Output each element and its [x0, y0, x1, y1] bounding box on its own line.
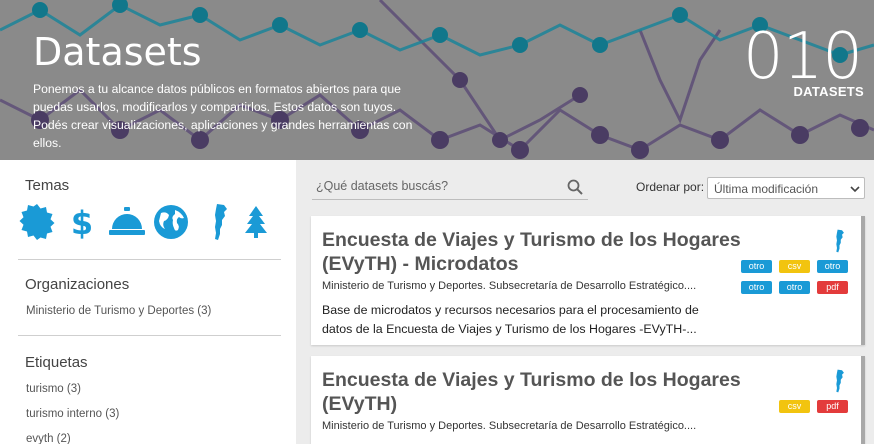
search-icon[interactable] — [567, 179, 583, 195]
themes-heading: Temas — [25, 177, 70, 194]
argentina-map-icon — [834, 229, 845, 258]
format-badge: otro — [779, 281, 810, 294]
sidebar-divider — [18, 335, 281, 336]
service-bell-icon[interactable] — [108, 205, 146, 242]
dollar-icon[interactable]: $ — [70, 204, 94, 244]
organizations-heading: Organizaciones — [25, 276, 130, 293]
tree-icon[interactable] — [244, 205, 268, 244]
dataset-description: Base de microdatos y recursos necesarios… — [322, 303, 699, 336]
dataset-organization: Ministerio de Turismo y Deportes. Subsec… — [322, 420, 697, 432]
dataset-title[interactable]: Encuesta de Viajes y Turismo de los Hoga… — [322, 228, 742, 276]
page-title: Datasets — [33, 30, 202, 74]
filters-sidebar: Temas $ Organizaciones Ministerio de Tur… — [0, 160, 296, 444]
tags-heading: Etiquetas — [25, 354, 88, 371]
svg-text:$: $ — [71, 205, 93, 239]
sort-select[interactable]: Última modificación — [707, 177, 865, 199]
dataset-count: 010 — [742, 20, 863, 94]
globe-icon[interactable] — [153, 204, 189, 245]
dataset-title[interactable]: Encuesta de Viajes y Turismo de los Hoga… — [322, 368, 742, 416]
sort-selected-value: Última modificación — [714, 182, 819, 196]
format-badge: otro — [741, 281, 772, 294]
badge-icon[interactable] — [18, 203, 56, 246]
dataset-count-label: DATASETS — [793, 84, 864, 99]
format-badge: csv — [779, 400, 810, 413]
sidebar-divider — [18, 259, 281, 260]
search-input[interactable] — [316, 179, 556, 193]
chevron-down-icon — [850, 183, 860, 197]
organization-filter-item[interactable]: Ministerio de Turismo y Deportes (3) — [26, 305, 211, 317]
format-badge: pdf — [817, 281, 848, 294]
tag-filter-item[interactable]: turismo (3) — [26, 383, 81, 395]
argentina-map-icon — [834, 369, 845, 398]
dataset-organization: Ministerio de Turismo y Deportes. Subsec… — [322, 280, 697, 292]
dataset-card[interactable]: Encuesta de Viajes y Turismo de los Hoga… — [311, 216, 865, 345]
format-badge: otro — [817, 260, 848, 273]
hero-banner: Datasets Ponemos a tu alcance datos públ… — [0, 0, 874, 160]
search-bar — [312, 176, 588, 200]
dataset-card[interactable]: Encuesta de Viajes y Turismo de los Hoga… — [311, 356, 865, 444]
hero-description: Ponemos a tu alcance datos públicos en f… — [33, 82, 413, 150]
tag-filter-item[interactable]: turismo interno (3) — [26, 408, 119, 420]
tag-filter-item[interactable]: evyth (2) — [26, 433, 71, 444]
argentina-map-icon[interactable] — [212, 203, 228, 246]
sort-label: Ordenar por: — [636, 180, 705, 194]
format-badge: pdf — [817, 400, 848, 413]
format-badge: otro — [741, 260, 772, 273]
format-badge: csv — [779, 260, 810, 273]
